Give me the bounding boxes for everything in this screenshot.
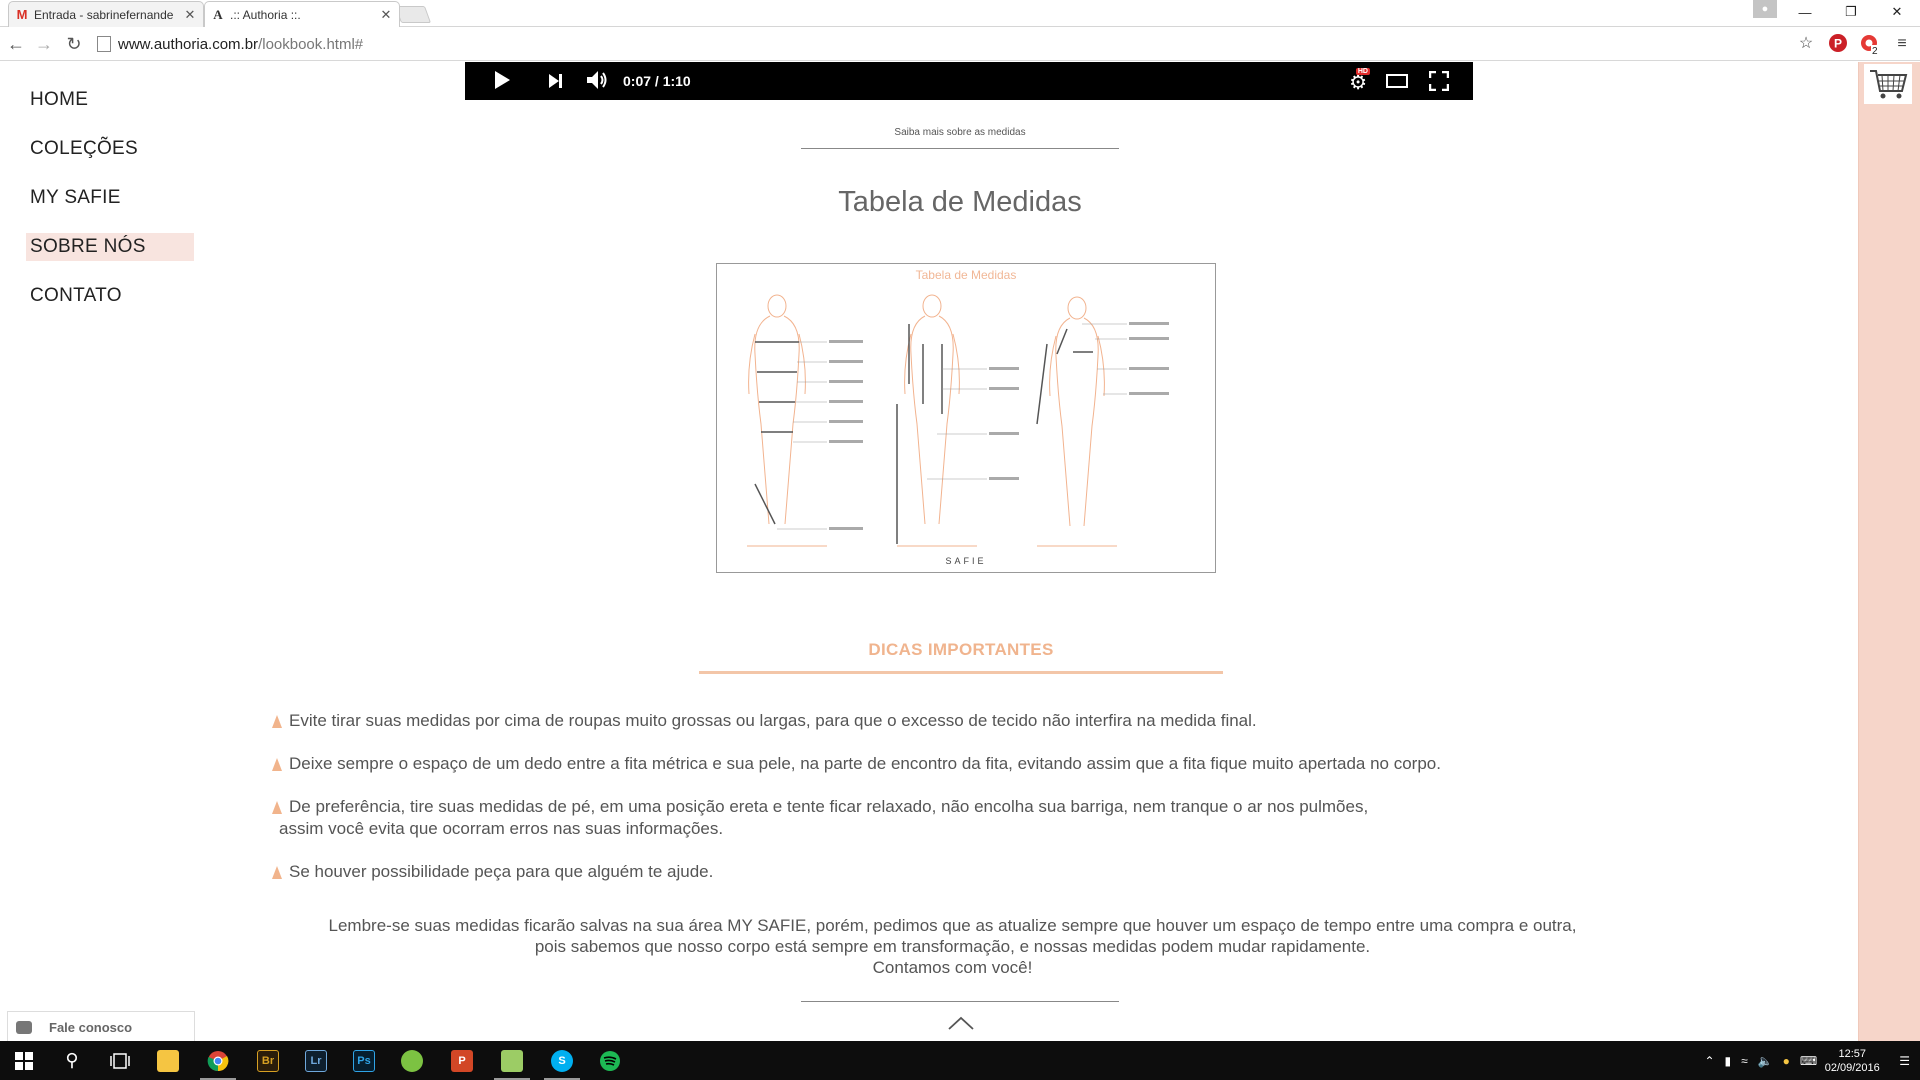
powerpoint-icon[interactable]: P xyxy=(438,1041,486,1080)
windows-taskbar: ⚲ Br Lr Ps P S ⌃ ▮ ≈ 🔈 ● ⌨ 12:57 02/09/2… xyxy=(0,1041,1920,1080)
body-figures-illustration xyxy=(747,294,1169,547)
theater-mode-icon[interactable] xyxy=(1386,74,1408,88)
profile-icon[interactable]: ● xyxy=(1753,0,1777,18)
image-brand: SAFIE xyxy=(945,556,987,566)
pinterest-icon[interactable]: P xyxy=(1828,34,1848,54)
closing-line: pois sabemos que nosso corpo está sempre… xyxy=(534,937,1371,956)
authoria-favicon: A xyxy=(213,6,223,22)
system-clock[interactable]: 12:57 02/09/2016 xyxy=(1822,1047,1882,1075)
closing-message: Lembre-se suas medidas ficarão salvas na… xyxy=(270,915,1635,978)
minimize-icon[interactable]: — xyxy=(1782,0,1828,24)
bookmark-star-icon[interactable]: ☆ xyxy=(1796,34,1816,54)
closing-line: Lembre-se suas medidas ficarão salvas na… xyxy=(328,916,1577,935)
battery-icon[interactable]: ▮ xyxy=(1725,1054,1732,1068)
tab-gmail[interactable]: M Entrada - sabrinefernande ✕ xyxy=(8,1,204,27)
measurement-chart-image: Tabela de Medidas SAFIE xyxy=(716,263,1216,573)
svg-text:P: P xyxy=(1834,37,1842,51)
window-controls: — ❐ ✕ xyxy=(1782,0,1920,24)
spotify-icon[interactable] xyxy=(586,1041,634,1080)
closing-line: Contamos com você! xyxy=(872,958,1033,977)
skype-icon[interactable]: S xyxy=(538,1041,586,1080)
tab-close-icon[interactable]: ✕ xyxy=(379,7,393,23)
hd-badge: HD xyxy=(1355,68,1370,75)
browser-tabbar: M Entrada - sabrinefernande ✕ A .:: Auth… xyxy=(0,0,1920,27)
tab-title: Entrada - sabrinefernande xyxy=(34,7,174,22)
tip-item: Deixe sempre o espaço de um dedo entre a… xyxy=(270,753,1570,775)
menu-icon[interactable]: ≡ xyxy=(1892,34,1912,54)
video-player-controls: 0:07 / 1:10 ⚙ HD xyxy=(465,62,1473,100)
browser-toolbar: ← → ↻ www.authoria.com.br/lookbook.html#… xyxy=(0,27,1920,61)
image-title: Tabela de Medidas xyxy=(915,268,1017,282)
saiba-mais-link[interactable]: Saiba mais sobre as medidas xyxy=(801,127,1119,149)
corel-icon[interactable] xyxy=(388,1041,436,1080)
tips-list: Evite tirar suas medidas por cima de rou… xyxy=(270,710,1570,904)
forward-icon[interactable]: → xyxy=(32,32,56,56)
address-bar[interactable]: www.authoria.com.br/lookbook.html# xyxy=(97,31,1797,57)
page-title: Tabela de Medidas xyxy=(838,186,1082,218)
page-content: HOME COLEÇÕES MY SAFIE SOBRE NÓS CONTATO… xyxy=(0,62,1920,1042)
tab-authoria[interactable]: A .:: Authoria ::. ✕ xyxy=(204,1,400,27)
fullscreen-icon[interactable] xyxy=(1429,71,1449,91)
file-explorer-icon[interactable] xyxy=(144,1041,192,1080)
new-tab-button[interactable] xyxy=(394,6,432,23)
triangle-bullet-icon xyxy=(272,758,282,771)
photoshop-icon[interactable]: Ps xyxy=(340,1041,388,1080)
chrome-icon[interactable] xyxy=(194,1041,242,1080)
url-host: www.authoria.com.br xyxy=(118,35,259,53)
wifi-icon[interactable]: ≈ xyxy=(1741,1054,1748,1068)
weather-icon[interactable]: ● xyxy=(1783,1054,1790,1068)
restore-icon[interactable]: ❐ xyxy=(1828,0,1874,24)
bridge-icon[interactable]: Br xyxy=(244,1041,292,1080)
tab-title: .:: Authoria ::. xyxy=(230,7,301,22)
chat-bubble-icon xyxy=(16,1020,32,1034)
nav-colecoes[interactable]: COLEÇÕES xyxy=(26,135,194,163)
video-time: 0:07 / 1:10 xyxy=(623,73,691,89)
triangle-bullet-icon xyxy=(272,715,282,728)
gmail-icon: M xyxy=(16,6,28,22)
clock-time: 12:57 xyxy=(1838,1047,1866,1060)
reload-icon[interactable]: ↻ xyxy=(62,32,86,56)
folder-icon[interactable] xyxy=(488,1041,536,1080)
triangle-bullet-icon xyxy=(272,866,282,879)
cart-icon[interactable] xyxy=(1864,64,1912,104)
lightroom-icon[interactable]: Lr xyxy=(292,1041,340,1080)
speaker-icon[interactable]: 🔈 xyxy=(1758,1054,1773,1068)
notifications-icon[interactable]: ☰ xyxy=(1899,1054,1910,1068)
right-side-rail xyxy=(1858,62,1920,1042)
play-icon[interactable] xyxy=(495,71,510,89)
tip-text: Se houver possibilidade peça para que al… xyxy=(289,862,714,881)
tip-item: Se houver possibilidade peça para que al… xyxy=(270,861,1570,883)
system-tray: ⌃ ▮ ≈ 🔈 ● ⌨ 12:57 02/09/2016 ☰ xyxy=(1699,1041,1920,1080)
tray-expand-icon[interactable]: ⌃ xyxy=(1704,1054,1714,1068)
tip-text: Evite tirar suas medidas por cima de rou… xyxy=(289,711,1257,730)
windows-start-icon[interactable] xyxy=(0,1041,48,1080)
page-icon xyxy=(97,36,111,52)
triangle-bullet-icon xyxy=(272,801,282,814)
keyboard-icon[interactable]: ⌨ xyxy=(1800,1054,1817,1068)
divider xyxy=(801,1001,1119,1002)
nav-home[interactable]: HOME xyxy=(26,86,194,114)
nav-contato[interactable]: CONTATO xyxy=(26,282,194,310)
clock-date: 02/09/2016 xyxy=(1824,1061,1880,1074)
next-icon[interactable] xyxy=(547,73,563,89)
search-icon[interactable]: ⚲ xyxy=(48,1041,96,1080)
task-view-icon[interactable] xyxy=(96,1041,144,1080)
chat-label: Fale conosco xyxy=(49,1019,133,1035)
volume-icon[interactable] xyxy=(586,70,610,94)
extension-badge: 2 xyxy=(1872,46,1878,57)
url-path: /lookbook.html# xyxy=(258,35,364,53)
chat-widget-button[interactable]: Fale conosco xyxy=(7,1011,195,1042)
tip-text: Deixe sempre o espaço de um dedo entre a… xyxy=(289,754,1441,773)
tip-text: De preferência, tire suas medidas de pé,… xyxy=(289,797,1369,816)
tip-item: Evite tirar suas medidas por cima de rou… xyxy=(270,710,1570,732)
tab-close-icon[interactable]: ✕ xyxy=(183,7,197,23)
extension-icon[interactable]: 2 xyxy=(1860,34,1880,57)
tip-item: De preferência, tire suas medidas de pé,… xyxy=(270,796,1570,840)
scroll-up-chevron-icon[interactable] xyxy=(948,1016,974,1030)
dicas-heading: DICAS IMPORTANTES xyxy=(699,640,1223,674)
back-icon[interactable]: ← xyxy=(4,32,28,56)
close-window-icon[interactable]: ✕ xyxy=(1874,0,1920,24)
nav-sobre-nos[interactable]: SOBRE NÓS xyxy=(26,233,194,261)
tip-text-continued: assim você evita que ocorram erros nas s… xyxy=(279,819,724,838)
